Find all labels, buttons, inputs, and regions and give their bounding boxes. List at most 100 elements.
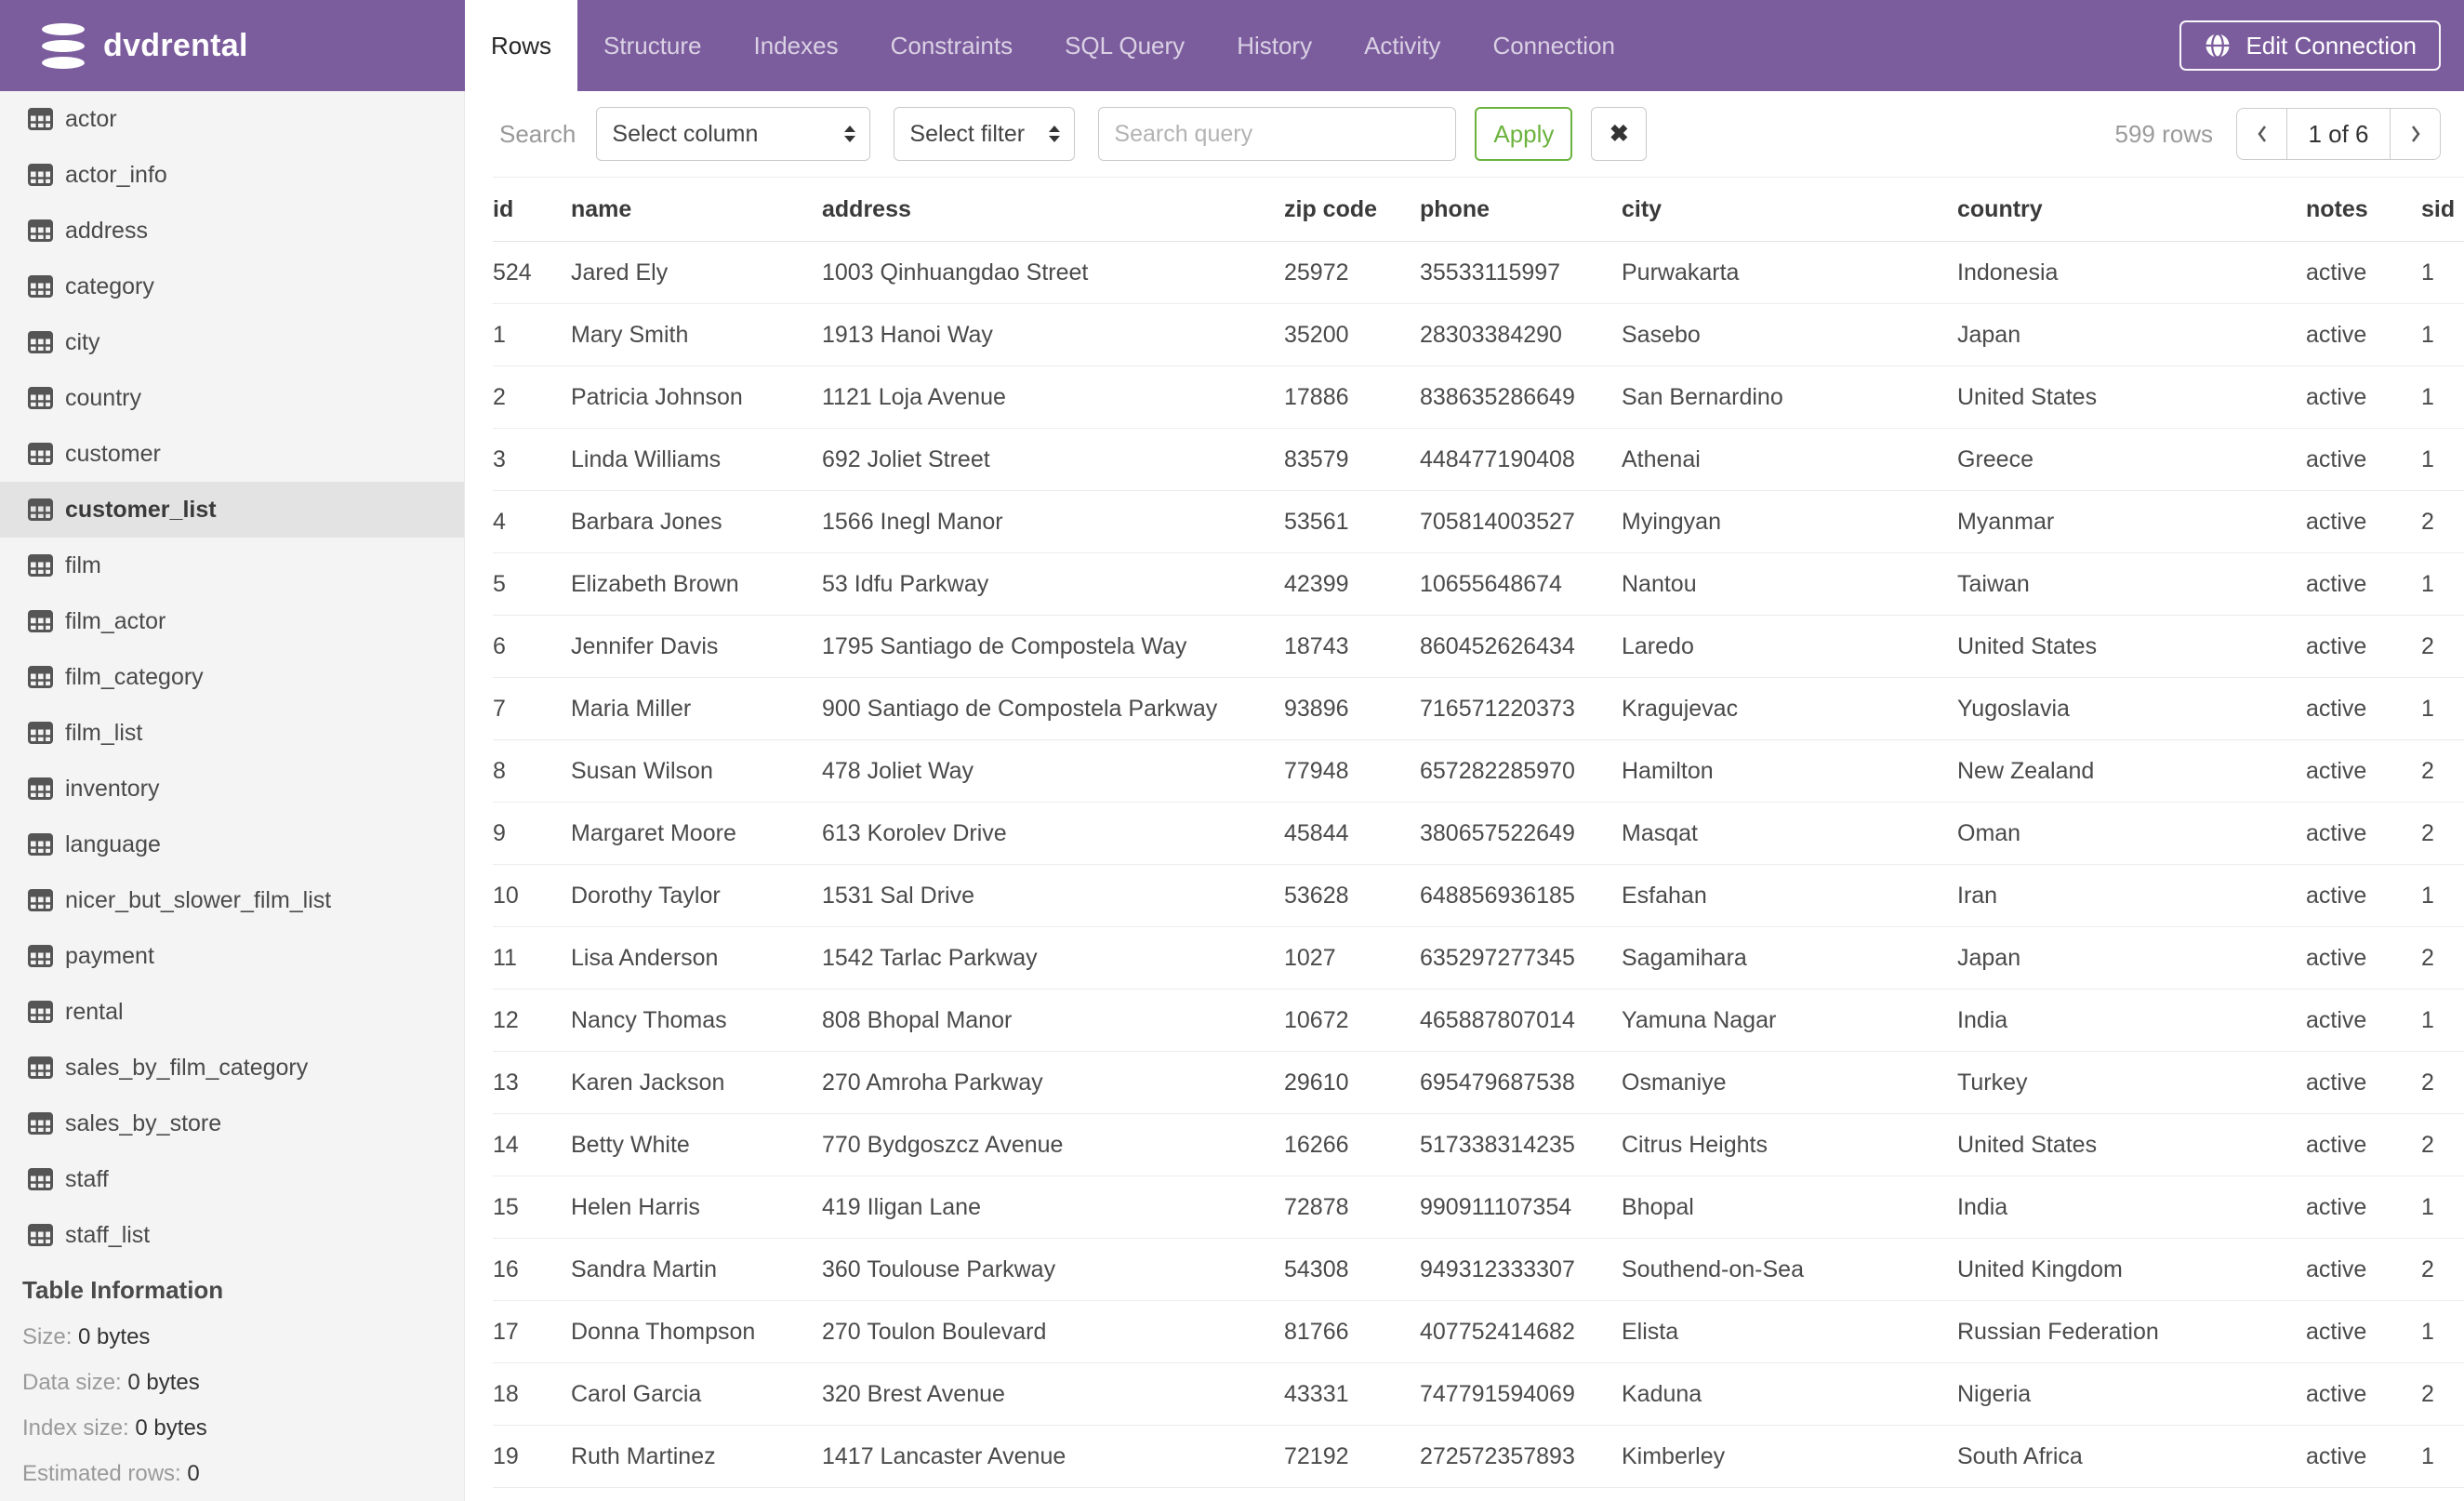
cell-id[interactable]: 15 xyxy=(493,1176,571,1239)
cell-city[interactable]: Myingyan xyxy=(1622,490,1957,553)
cell-id[interactable]: 11 xyxy=(493,926,571,990)
cell-address[interactable]: 478 Joliet Way xyxy=(822,739,1284,803)
cell-zip-code[interactable]: 45844 xyxy=(1284,802,1420,865)
cell-address[interactable]: 1003 Qinhuangdao Street xyxy=(822,241,1284,304)
cell-phone[interactable]: 28303384290 xyxy=(1420,303,1622,366)
cell-id[interactable]: 1 xyxy=(493,303,571,366)
cell-notes[interactable]: active xyxy=(2306,1362,2421,1426)
column-header[interactable]: zip code xyxy=(1284,177,1420,242)
cell-id[interactable]: 10 xyxy=(493,864,571,927)
cell-name[interactable]: Jennifer Davis xyxy=(571,615,822,678)
cell-phone[interactable]: 407752414682 xyxy=(1420,1300,1622,1363)
table-row[interactable]: 13 Karen Jackson 270 Amroha Parkway 2961… xyxy=(493,1051,2464,1114)
tab[interactable]: Rows xyxy=(465,0,578,91)
cell-name[interactable]: Sandra Martin xyxy=(571,1238,822,1301)
cell-country[interactable]: Oman xyxy=(1957,802,2306,865)
cell-zip-code[interactable]: 35200 xyxy=(1284,303,1420,366)
cell-name[interactable]: Linda Williams xyxy=(571,428,822,491)
apply-button[interactable]: Apply xyxy=(1475,107,1573,161)
cell-name[interactable]: Nancy Thomas xyxy=(571,989,822,1052)
cell-name[interactable]: Barbara Jones xyxy=(571,490,822,553)
table-row[interactable]: 16 Sandra Martin 360 Toulouse Parkway 54… xyxy=(493,1238,2464,1301)
sidebar-table-item[interactable]: category xyxy=(0,259,464,314)
cell-city[interactable]: San Bernardino xyxy=(1622,365,1957,429)
cell-zip-code[interactable]: 54308 xyxy=(1284,1238,1420,1301)
cell-zip-code[interactable]: 77948 xyxy=(1284,739,1420,803)
table-row[interactable]: 4 Barbara Jones 1566 Inegl Manor 53561 7… xyxy=(493,490,2464,553)
table-row[interactable]: 14 Betty White 770 Bydgoszcz Avenue 1626… xyxy=(493,1113,2464,1176)
cell-city[interactable]: Laredo xyxy=(1622,615,1957,678)
search-query-input[interactable] xyxy=(1098,107,1457,161)
cell-name[interactable]: Margaret Moore xyxy=(571,802,822,865)
cell-sid[interactable]: 1 xyxy=(2421,677,2464,740)
cell-country[interactable]: Indonesia xyxy=(1957,241,2306,304)
table-row[interactable]: 18 Carol Garcia 320 Brest Avenue 43331 7… xyxy=(493,1362,2464,1426)
table-row[interactable]: 2 Patricia Johnson 1121 Loja Avenue 1788… xyxy=(493,365,2464,429)
cell-sid[interactable]: 2 xyxy=(2421,615,2464,678)
cell-sid[interactable]: 2 xyxy=(2421,802,2464,865)
next-page-button[interactable] xyxy=(2390,108,2441,160)
cell-name[interactable]: Jared Ely xyxy=(571,241,822,304)
cell-country[interactable]: Japan xyxy=(1957,926,2306,990)
cell-phone[interactable]: 716571220373 xyxy=(1420,677,1622,740)
sidebar-table-item[interactable]: film_category xyxy=(0,649,464,705)
cell-address[interactable]: 1913 Hanoi Way xyxy=(822,303,1284,366)
cell-zip-code[interactable]: 83579 xyxy=(1284,428,1420,491)
cell-id[interactable]: 2 xyxy=(493,365,571,429)
cell-country[interactable]: United Kingdom xyxy=(1957,1238,2306,1301)
cell-sid[interactable]: 1 xyxy=(2421,303,2464,366)
table-row[interactable]: 17 Donna Thompson 270 Toulon Boulevard 8… xyxy=(493,1300,2464,1363)
cell-zip-code[interactable]: 10672 xyxy=(1284,989,1420,1052)
cell-city[interactable]: Hamilton xyxy=(1622,739,1957,803)
sidebar-table-item[interactable]: customer_list xyxy=(0,482,464,538)
cell-name[interactable]: Elizabeth Brown xyxy=(571,552,822,616)
cell-id[interactable]: 18 xyxy=(493,1362,571,1426)
cell-name[interactable]: Carol Garcia xyxy=(571,1362,822,1426)
cell-name[interactable]: Dorothy Taylor xyxy=(571,864,822,927)
sidebar-table-item[interactable]: address xyxy=(0,203,464,259)
table-row[interactable]: 6 Jennifer Davis 1795 Santiago de Compos… xyxy=(493,615,2464,678)
cell-notes[interactable]: active xyxy=(2306,1425,2421,1488)
cell-name[interactable]: Mary Smith xyxy=(571,303,822,366)
cell-id[interactable]: 6 xyxy=(493,615,571,678)
column-header[interactable]: city xyxy=(1622,177,1957,242)
cell-city[interactable]: Osmaniye xyxy=(1622,1051,1957,1114)
cell-notes[interactable]: active xyxy=(2306,1300,2421,1363)
sidebar-table-item[interactable]: film_list xyxy=(0,705,464,761)
cell-notes[interactable]: active xyxy=(2306,615,2421,678)
cell-country[interactable]: Japan xyxy=(1957,303,2306,366)
sidebar-table-item[interactable]: nicer_but_slower_film_list xyxy=(0,872,464,928)
cell-phone[interactable]: 465887807014 xyxy=(1420,989,1622,1052)
cell-city[interactable]: Sasebo xyxy=(1622,303,1957,366)
cell-country[interactable]: Myanmar xyxy=(1957,490,2306,553)
edit-connection-button[interactable]: Edit Connection xyxy=(2179,20,2441,71)
cell-address[interactable]: 770 Bydgoszcz Avenue xyxy=(822,1113,1284,1176)
cell-sid[interactable]: 1 xyxy=(2421,1425,2464,1488)
cell-name[interactable]: Betty White xyxy=(571,1113,822,1176)
column-header[interactable]: address xyxy=(822,177,1284,242)
tab[interactable]: Activity xyxy=(1338,0,1466,91)
table-row[interactable]: 12 Nancy Thomas 808 Bhopal Manor 10672 4… xyxy=(493,989,2464,1052)
cell-city[interactable]: Kimberley xyxy=(1622,1425,1957,1488)
cell-sid[interactable]: 1 xyxy=(2421,365,2464,429)
cell-name[interactable]: Lisa Anderson xyxy=(571,926,822,990)
sidebar-table-item[interactable]: customer xyxy=(0,426,464,482)
cell-city[interactable]: Athenai xyxy=(1622,428,1957,491)
cell-phone[interactable]: 838635286649 xyxy=(1420,365,1622,429)
cell-sid[interactable]: 1 xyxy=(2421,552,2464,616)
cell-sid[interactable]: 2 xyxy=(2421,926,2464,990)
cell-city[interactable]: Kragujevac xyxy=(1622,677,1957,740)
cell-zip-code[interactable]: 1027 xyxy=(1284,926,1420,990)
table-row[interactable]: 7 Maria Miller 900 Santiago de Compostel… xyxy=(493,677,2464,740)
tab[interactable]: Connection xyxy=(1466,0,1641,91)
cell-sid[interactable]: 1 xyxy=(2421,241,2464,304)
sidebar-table-item[interactable]: rental xyxy=(0,984,464,1040)
cell-address[interactable]: 1531 Sal Drive xyxy=(822,864,1284,927)
cell-city[interactable]: Southend-on-Sea xyxy=(1622,1238,1957,1301)
previous-page-button[interactable] xyxy=(2236,108,2287,160)
cell-sid[interactable]: 1 xyxy=(2421,864,2464,927)
cell-country[interactable]: South Africa xyxy=(1957,1425,2306,1488)
cell-address[interactable]: 270 Toulon Boulevard xyxy=(822,1300,1284,1363)
cell-zip-code[interactable]: 17886 xyxy=(1284,365,1420,429)
sidebar-table-item[interactable]: country xyxy=(0,370,464,426)
